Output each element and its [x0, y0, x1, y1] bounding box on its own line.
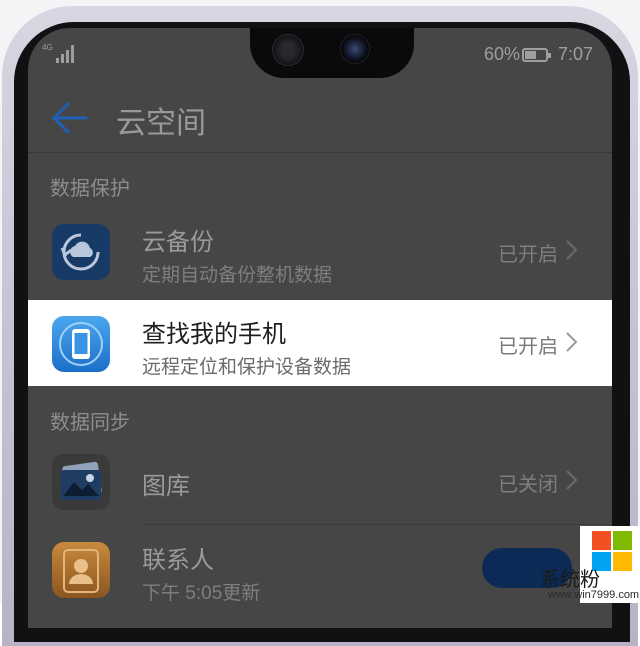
item-title: 联系人: [142, 547, 214, 574]
back-arrow-icon[interactable]: [50, 100, 90, 136]
battery-icon: [522, 48, 551, 62]
watermark-text: 系统粉: [540, 569, 600, 591]
list-item-find-my-phone[interactable]: 查找我的手机 远程定位和保护设备数据 已开启: [28, 300, 612, 386]
gallery-icon: [52, 454, 110, 510]
chevron-right-icon: [566, 240, 578, 260]
list-item-cloud-backup[interactable]: 云备份 定期自动备份整机数据 已开启: [28, 208, 612, 294]
watermark-url: www.win7999.com: [548, 589, 640, 601]
battery-level: [525, 51, 536, 59]
cloud-backup-icon: [52, 224, 110, 280]
item-title: 图库: [142, 473, 190, 500]
notch: [250, 28, 414, 78]
row-divider: [142, 524, 612, 525]
item-title: 云备份: [142, 229, 214, 256]
contacts-icon: [52, 542, 110, 598]
phone-screen: 4G 60% 7:07 云空间 数据保护 云备份 定期自动备份整机数据 已开启: [28, 28, 612, 628]
chevron-right-icon: [566, 470, 578, 490]
section-title-data-protection: 数据保护: [50, 178, 130, 200]
section-title-data-sync: 数据同步: [50, 412, 130, 434]
item-status: 已开启: [498, 336, 558, 358]
item-subtitle: 下午 5:05更新: [142, 583, 261, 604]
item-subtitle: 远程定位和保护设备数据: [142, 357, 352, 378]
item-subtitle: 定期自动备份整机数据: [142, 265, 333, 286]
clock: 7:07: [558, 44, 594, 64]
list-item-gallery[interactable]: 图库 已关闭: [28, 438, 612, 524]
signal-icon: 4G: [42, 43, 74, 63]
battery-percent: 60%: [484, 44, 521, 64]
front-camera: [340, 34, 370, 64]
page-title: 云空间: [116, 107, 206, 140]
chevron-right-icon: [566, 332, 578, 352]
list-item-contacts[interactable]: 联系人 下午 5:05更新: [28, 526, 612, 612]
item-status: 已关闭: [498, 474, 558, 496]
find-my-phone-icon: [52, 316, 110, 372]
item-status: 已开启: [498, 244, 558, 266]
item-title: 查找我的手机: [142, 321, 286, 348]
network-type-label: 4G: [42, 43, 53, 52]
earpiece-speaker: [272, 34, 304, 66]
header-divider: [28, 152, 612, 153]
